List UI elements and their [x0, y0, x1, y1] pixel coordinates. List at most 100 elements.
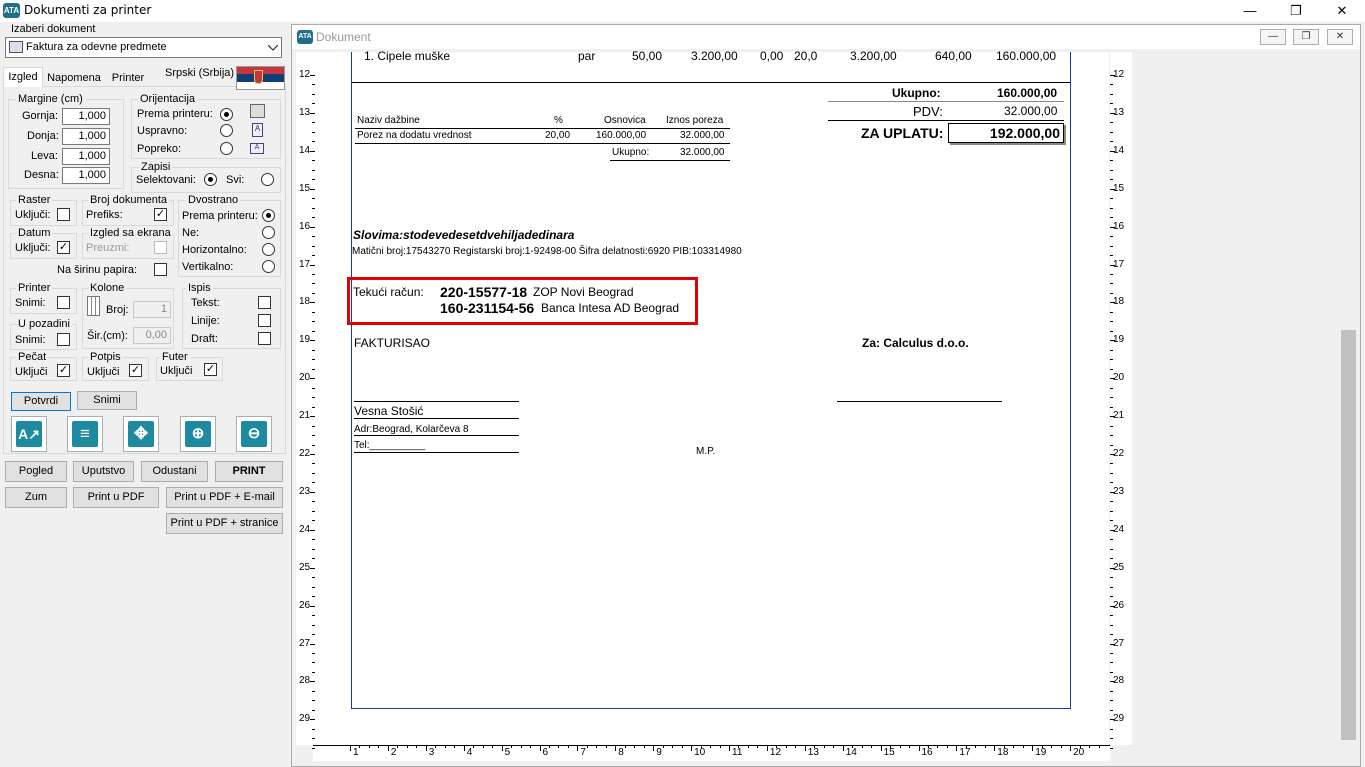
tab-printer[interactable]: Printer [106, 68, 150, 88]
maximize-button[interactable]: ❐ [1273, 0, 1319, 22]
document-select[interactable]: Faktura za odevne predmete [5, 37, 282, 58]
ruler-tick [1110, 397, 1113, 399]
tab-izgled[interactable]: Izgled [3, 67, 43, 87]
ruler-tick [890, 745, 892, 748]
cancel-button[interactable]: Odustani [141, 461, 208, 482]
zoom-out-icon-button[interactable]: ⊖ [236, 416, 272, 452]
zoom-button[interactable]: Zum [5, 487, 67, 508]
ruler-tick [1110, 491, 1115, 493]
ruler-tick [312, 671, 315, 673]
stamp-enable-checkbox[interactable]: ✓ [57, 364, 70, 377]
prefix-checkbox[interactable]: ✓ [154, 208, 167, 221]
margin-left-label: Leva: [31, 150, 58, 162]
move-icon-button[interactable]: ✥ [123, 416, 159, 452]
tab-napomena[interactable]: Napomena [44, 68, 104, 88]
margin-top-input[interactable]: 1,000 [62, 108, 110, 125]
screen-layout-take-checkbox[interactable] [154, 241, 167, 254]
columns-width-input[interactable]: 0,00 [133, 327, 171, 344]
zoom-in-icon-button[interactable]: ⊕ [180, 416, 216, 452]
records-selected-label: Selektovani: [136, 174, 196, 186]
vertical-scrollbar[interactable] [1340, 50, 1357, 750]
amount-in-words: Slovima:stodevedesetdvehiljadedinara [353, 228, 575, 242]
doc-close-button[interactable]: ✕ [1327, 29, 1353, 45]
printer-save-checkbox[interactable] [57, 296, 70, 309]
fit-width-checkbox[interactable] [154, 263, 167, 276]
ruler-tick [558, 745, 560, 748]
horizontal-ruler: 1 2 3 4 5 6 7 8 9 10 11 12 13 14 15 16 17 18 19 20 [313, 745, 1110, 761]
ruler-tick [1110, 273, 1113, 275]
background-save-checkbox[interactable] [57, 333, 70, 346]
records-all-radio[interactable] [261, 173, 274, 186]
ruler-tick [454, 745, 456, 748]
ruler-tick [1110, 292, 1113, 294]
ruler-tick [1110, 368, 1113, 370]
output-lines-checkbox[interactable] [258, 314, 271, 327]
orient-printer-radio[interactable] [220, 108, 233, 121]
ruler-tick [1110, 188, 1115, 190]
total-value: 160.000,00 [997, 86, 1058, 100]
records-selected-radio[interactable] [204, 173, 217, 186]
ruler-tick [406, 745, 408, 748]
ruler-tick [956, 745, 958, 751]
document-icon-button[interactable]: ≡ [67, 416, 103, 452]
margin-bottom-input[interactable]: 1,000 [62, 128, 110, 145]
minimize-button[interactable]: — [1227, 0, 1273, 22]
item-total: 160.000,00 [996, 49, 1057, 63]
document-window-header: ATA Dokument — ❐ ✕ [292, 25, 1360, 49]
ruler-tick [1110, 236, 1113, 238]
ruler-tick [814, 745, 816, 748]
instructions-button[interactable]: Uputstvo [73, 461, 134, 482]
duplex-printer-radio[interactable] [262, 209, 275, 222]
ruler-tick [1110, 349, 1113, 351]
output-text-label: Tekst: [191, 297, 220, 309]
view-button[interactable]: Pogled [5, 461, 67, 482]
columns-count-input[interactable]: 1 [133, 301, 171, 318]
output-text-checkbox[interactable] [258, 296, 271, 309]
ruler-tick [710, 745, 712, 748]
ruler-label: 15 [883, 747, 895, 758]
ruler-tick [975, 745, 977, 748]
signer-name: Vesna Stošić [354, 404, 424, 418]
margin-right-input[interactable]: 1,000 [62, 167, 110, 184]
ruler-label: 8 [618, 747, 624, 758]
ruler-tick [653, 745, 655, 751]
duplex-horizontal-radio[interactable] [262, 243, 275, 256]
bank-account-1-bank: ZOP Novi Beograd [533, 285, 634, 299]
signature-enable-checkbox[interactable]: ✓ [129, 364, 142, 377]
print-pdf-email-button[interactable]: Print u PDF + E-mail [166, 487, 283, 508]
raster-enable-checkbox[interactable] [57, 208, 70, 221]
scrollbar-thumb[interactable] [1341, 330, 1356, 740]
date-enable-checkbox[interactable]: ✓ [57, 241, 70, 254]
margin-left-input[interactable]: 1,000 [62, 148, 110, 165]
ruler-tick [539, 745, 541, 751]
orient-portrait-radio[interactable] [220, 124, 233, 137]
close-button[interactable]: ✕ [1319, 0, 1365, 22]
export-icon-button[interactable]: A↗ [11, 416, 47, 452]
ruler-tick [1110, 463, 1113, 465]
ruler-tick [823, 745, 825, 748]
ruler-tick [1110, 719, 1115, 721]
ruler-tick [530, 745, 532, 748]
confirm-button[interactable]: Potvrdi [11, 392, 71, 411]
ruler-tick [310, 719, 315, 721]
ruler-tick [1110, 75, 1115, 76]
date-enable-label: Uključi: [15, 242, 51, 254]
doc-restore-button[interactable]: ❐ [1293, 29, 1319, 45]
orient-landscape-radio[interactable] [220, 142, 233, 155]
ruler-tick [681, 745, 683, 748]
print-button[interactable]: PRINT [215, 461, 283, 482]
duplex-no-radio[interactable] [262, 226, 275, 239]
doc-minimize-button[interactable]: — [1260, 29, 1286, 45]
serbian-flag-icon[interactable] [236, 66, 285, 90]
print-pdf-button[interactable]: Print u PDF [73, 487, 159, 508]
ruler-tick [1110, 643, 1115, 645]
ruler-tick [1079, 745, 1081, 748]
output-draft-checkbox[interactable] [258, 332, 271, 345]
ruler-tick [473, 745, 475, 748]
print-pdf-pages-button[interactable]: Print u PDF + stranice [166, 513, 283, 534]
address-line [354, 435, 519, 436]
duplex-vertical-radio[interactable] [262, 260, 275, 273]
ruler-tick [312, 368, 315, 370]
save-button[interactable]: Snimi [77, 391, 137, 410]
footer-enable-checkbox[interactable]: ✓ [204, 363, 217, 376]
